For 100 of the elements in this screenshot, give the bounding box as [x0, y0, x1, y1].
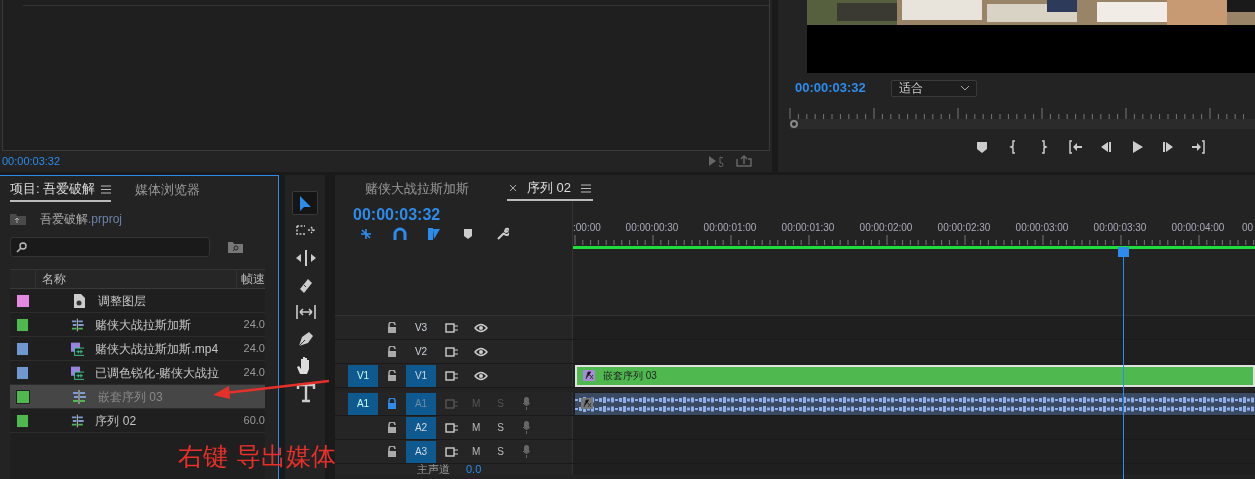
- sync-lock-icon[interactable]: [445, 422, 459, 433]
- source-patch[interactable]: V1: [348, 364, 378, 387]
- lock-icon[interactable]: [387, 370, 397, 381]
- lock-icon[interactable]: [387, 422, 397, 433]
- track-target-toggle[interactable]: V3: [406, 316, 436, 339]
- search-icon: [16, 241, 27, 253]
- lock-closed-icon[interactable]: [387, 398, 397, 409]
- sequence-tab[interactable]: 序列 02: [507, 177, 594, 201]
- search-field[interactable]: [10, 237, 210, 257]
- column-header[interactable]: 帧速: [236, 270, 265, 288]
- step-back-icon[interactable]: [1099, 140, 1113, 154]
- time-label: 00:00:00:30: [625, 223, 679, 233]
- label-color-swatch[interactable]: [16, 317, 29, 332]
- panel-tab[interactable]: 项目: 吾爱破解: [10, 178, 112, 202]
- time-label: 00: [1242, 223, 1254, 233]
- adjustment-layer-icon: [72, 293, 87, 308]
- microphone-icon[interactable]: [522, 421, 531, 434]
- label-color-swatch[interactable]: [16, 293, 30, 308]
- microphone-icon[interactable]: [522, 445, 531, 458]
- volume-value[interactable]: 0.0: [466, 464, 482, 475]
- close-icon[interactable]: [509, 184, 517, 192]
- item-name: 嵌套序列 03: [98, 388, 164, 406]
- playhead-line[interactable]: [1123, 257, 1125, 479]
- time-label: 00:00:01:00: [703, 223, 757, 233]
- time-label: 00:00:02:30: [937, 223, 991, 233]
- label-color-swatch[interactable]: [16, 365, 29, 380]
- lock-icon[interactable]: [387, 346, 397, 357]
- selection-tool-icon: [299, 195, 311, 211]
- menu-icon[interactable]: [101, 184, 112, 194]
- playhead-handle[interactable]: [790, 120, 798, 128]
- linked-selection-icon[interactable]: [427, 227, 441, 241]
- timecode[interactable]: 00:00:03:32: [353, 205, 572, 225]
- go-to-out-icon[interactable]: [1192, 140, 1206, 154]
- track-target-toggle[interactable]: A2: [406, 416, 436, 439]
- audio-play-icon[interactable]: [708, 155, 724, 167]
- export-icon[interactable]: [736, 155, 752, 167]
- time-label: 00:00:03:30: [1093, 223, 1147, 233]
- playhead-handle[interactable]: [1118, 247, 1130, 257]
- panel-tab[interactable]: 媒体浏览器: [135, 178, 201, 202]
- eye-icon[interactable]: [474, 322, 488, 333]
- item-name: 调整图层: [98, 292, 147, 310]
- item-name: 赌侠大战拉斯加斯: [95, 316, 193, 334]
- time-label: 00:00:03:00: [1015, 223, 1069, 233]
- time-ruler[interactable]: :00:00 00:00:00:30 00:00:01:00 00:00:01:30 00:00:02:00 00:00:02:30 00:00:03:00 00:00:03:30 00:00:04:00 00: [573, 223, 1255, 247]
- video-clip-icon: [70, 365, 85, 380]
- mute-button[interactable]: M: [472, 444, 481, 459]
- microphone-icon[interactable]: [522, 397, 531, 410]
- sequence-tab[interactable]: 赌侠大战拉斯加斯: [363, 177, 471, 201]
- time-label: 00:00:02:00: [859, 223, 913, 233]
- folder-up-icon[interactable]: [10, 213, 26, 225]
- sync-lock-icon[interactable]: [445, 370, 459, 381]
- label-color-swatch[interactable]: [16, 413, 29, 428]
- frame-rate: 60.0: [243, 413, 265, 429]
- project-item[interactable]: 赌侠大战拉斯加斯.mp4 24.0: [10, 337, 265, 361]
- marker-icon[interactable]: [975, 140, 989, 154]
- step-forward-icon[interactable]: [1161, 140, 1175, 154]
- label-color-swatch[interactable]: [16, 341, 29, 356]
- time-label: :00:00: [573, 223, 601, 233]
- menu-icon[interactable]: [581, 183, 592, 193]
- frame-rate: 24.0: [243, 365, 265, 381]
- timecode[interactable]: 00:00:03:32: [795, 78, 866, 98]
- type-tool-icon: [294, 381, 316, 403]
- zoom-dropdown[interactable]: 适合: [890, 79, 977, 97]
- project-item[interactable]: 调整图层: [10, 289, 265, 313]
- go-to-in-icon[interactable]: [1068, 140, 1082, 154]
- solo-button[interactable]: S: [497, 444, 504, 459]
- track-target-toggle[interactable]: A3: [406, 440, 436, 463]
- new-search-bin-icon[interactable]: [228, 241, 243, 253]
- video-clip-icon: [70, 341, 85, 356]
- wrench-icon[interactable]: [495, 227, 509, 241]
- frame-rate: 24.0: [243, 341, 265, 357]
- snap-icon[interactable]: [359, 227, 373, 241]
- scrub-track[interactable]: [790, 119, 1255, 129]
- project-item[interactable]: 赌侠大战拉斯加斯 24.0: [10, 313, 265, 337]
- time-label: 00:00:04:00: [1171, 223, 1225, 233]
- eye-icon[interactable]: [474, 346, 488, 357]
- timecode: 00:00:03:32: [2, 153, 61, 169]
- selection-tool-button[interactable]: [292, 191, 318, 215]
- lock-icon[interactable]: [387, 446, 397, 457]
- sync-lock-icon[interactable]: [445, 322, 459, 333]
- master-track-label: 主声道: [417, 464, 450, 475]
- column-header[interactable]: 名称: [36, 270, 236, 288]
- sequence-icon: [70, 413, 85, 428]
- fx-badge-icon: [581, 398, 593, 409]
- chevron-down-icon: [960, 85, 969, 91]
- sync-lock-icon[interactable]: [445, 446, 459, 457]
- eye-icon[interactable]: [474, 370, 488, 381]
- label-color-swatch[interactable]: [16, 389, 30, 404]
- add-marker-icon[interactable]: [461, 227, 475, 241]
- mute-button[interactable]: M: [472, 420, 481, 435]
- solo-button[interactable]: S: [497, 420, 504, 435]
- item-name: 序列 02: [95, 412, 138, 430]
- project-item[interactable]: 序列 02 60.0: [10, 409, 265, 433]
- source-patch[interactable]: A1: [348, 392, 378, 415]
- track-target-toggle[interactable]: V2: [406, 340, 436, 363]
- track-target-toggle[interactable]: V1: [406, 364, 436, 387]
- sync-lock-icon[interactable]: [445, 346, 459, 357]
- lock-icon[interactable]: [387, 322, 397, 333]
- play-icon[interactable]: [1130, 140, 1144, 154]
- magnet-icon[interactable]: [393, 227, 407, 241]
